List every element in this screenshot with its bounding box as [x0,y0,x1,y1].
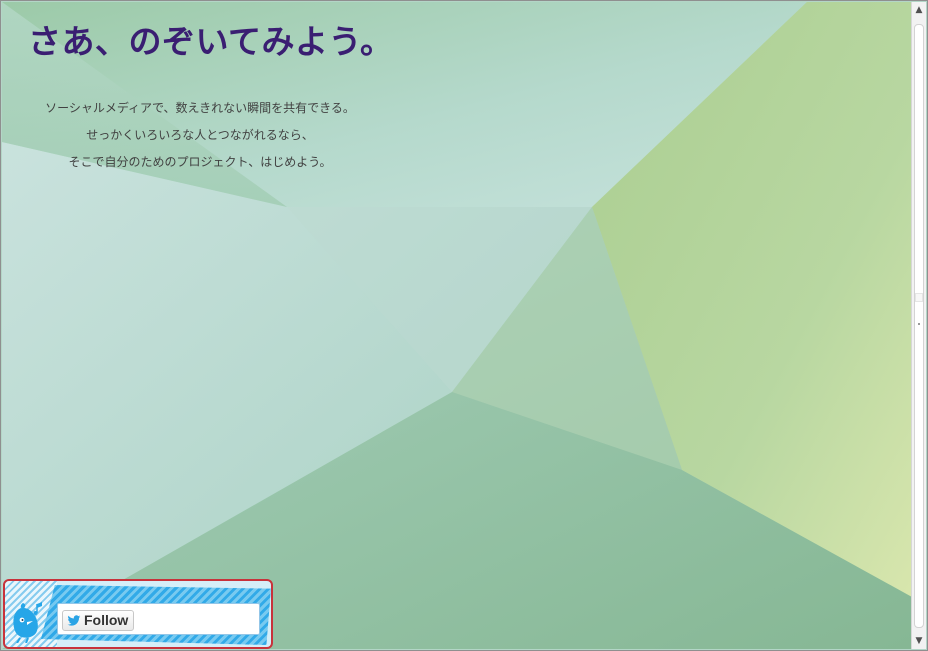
vertical-scrollbar[interactable]: ▲ ▼ [911,2,926,649]
bird-mascot-icon [13,602,42,643]
intro-line: ソーシャルメディアで、数えきれない瞬間を共有できる。 [45,101,355,115]
twitter-icon [67,614,81,626]
intro-line: そこで自分のためのプロジェクト、はじめよう。 [68,155,332,169]
intro-line: せっかくいろいろな人とつながれるなら、 [86,128,314,142]
page-title: さあ、のぞいてみよう。 [28,22,394,61]
follow-panel: Follow [57,603,260,635]
scroll-up-icon[interactable]: ▲ [914,5,924,15]
twitter-follow-widget: Follow [3,579,273,649]
scrollbar-grip[interactable] [915,293,923,302]
scroll-position-dot [918,323,920,325]
follow-button-label: Follow [84,612,129,628]
scroll-down-icon[interactable]: ▼ [914,636,924,646]
browser-frame: さあ、のぞいてみよう。 ソーシャルメディアで、数えきれない瞬間を共有できる。 せ… [0,0,928,651]
intro-text-block: ソーシャルメディアで、数えきれない瞬間を共有できる。 せっかくいろいろな人とつな… [30,95,370,176]
twitter-follow-button[interactable]: Follow [62,610,135,631]
page-viewport: さあ、のぞいてみよう。 ソーシャルメディアで、数えきれない瞬間を共有できる。 せ… [2,2,912,649]
scroll-thumb[interactable] [914,24,924,628]
